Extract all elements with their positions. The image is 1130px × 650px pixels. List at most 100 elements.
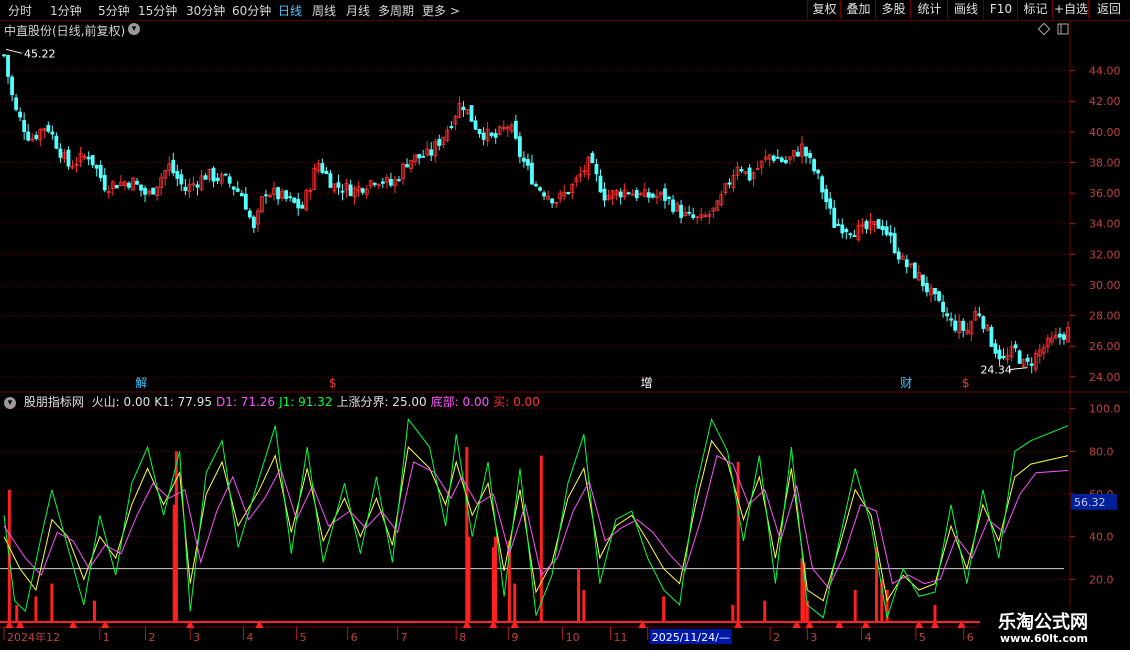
candle-body [981,316,986,329]
xaxis-label-0: 2024年12 [7,630,60,644]
candle-body [832,207,837,228]
candle-body [46,125,51,132]
candle-body [1062,334,1066,340]
candle-body [469,105,474,122]
xaxis-label-14: 3 [810,631,817,644]
candle-body [183,186,188,191]
candle-body [828,198,833,209]
candle-body [26,131,31,141]
candle-body [175,170,180,179]
xaxis-label-11: 11 [613,631,627,644]
candle-body [66,149,71,167]
candle-body [203,175,208,180]
event-marker-3: 财 [900,376,912,390]
candle-body [179,174,184,185]
candle-body [405,164,409,168]
series-d1 [3,454,1069,589]
candle-body [912,262,917,279]
buy-bar [50,583,54,622]
candle-body [989,326,994,347]
candle-body [54,135,59,149]
candle-body [634,190,639,199]
candle-body [336,182,341,188]
indicator-value-4: 上涨分界: 25.00 [336,395,427,409]
candle-body [143,187,147,195]
indicator-value-2: D1: 71.26 [215,395,276,409]
ind-ytick-label: 40.0 [1089,531,1114,544]
candle-body [977,313,982,316]
candle-body [94,164,99,169]
xaxis-label-5: 5 [300,631,307,644]
candle-body [566,192,571,195]
candle-body [1058,333,1062,338]
candle-body [522,157,526,162]
candle-body [284,190,289,199]
candle-body [808,152,812,158]
candle-body [288,196,293,199]
candle-body [904,259,909,268]
candle-body [90,155,95,166]
candle-body [727,182,732,185]
candle-body [380,181,385,184]
indicator-value-0: 火山: 0.00 [91,395,151,409]
candle-body [231,186,236,190]
indicator-name: 股朋指标网 [23,395,84,409]
candle-body [243,193,248,210]
candle-body [86,156,91,160]
candle-body [211,167,216,182]
main-ytick-label: 40.00 [1089,126,1121,139]
main-ytick-label: 34.00 [1089,218,1121,231]
main-ytick-label: 30.00 [1089,279,1121,292]
candle-body [437,138,442,146]
series-j1 [3,417,1069,619]
candle-body [417,154,422,159]
event-marker-2: 增 [641,376,653,390]
buy-bar [731,604,735,622]
buy-bar [494,536,498,622]
diamond-icon [1037,22,1051,36]
candle-body [602,188,607,201]
candle-body [421,155,426,158]
candle-body [127,182,131,188]
candle-body [493,133,498,138]
candle-body [892,233,897,253]
main-ytick-label: 24.00 [1089,371,1121,384]
candle-body [481,132,486,140]
chevron-down-icon[interactable]: ▾ [4,396,16,409]
candle-body [747,167,752,181]
candle-body [667,196,671,200]
candle-body [171,159,176,174]
buy-bar [662,596,666,622]
low-label: 24.34 [980,364,1012,377]
candle-body [626,192,631,195]
candle-body [151,187,156,195]
ind-ytick-label: 20.0 [1089,573,1114,586]
indicator-header: ▾ 股朋指标网 火山: 0.00 K1: 77.95 D1: 71.26 J1: 91… [4,393,544,410]
candle-body [14,97,18,110]
candle-body [933,287,937,295]
candle-body [526,159,530,166]
candle-body [650,193,655,198]
main-ytick-label: 42.00 [1089,95,1121,108]
buy-bar [15,604,19,622]
indicator-value-1: K1: 77.95 [154,395,212,409]
candle-body [324,170,329,174]
event-marker-4: $ [962,376,970,390]
candle-body [949,318,954,321]
candle-body [34,134,39,140]
candle-body [880,225,885,231]
candle-body [247,210,252,218]
candle-body [953,320,958,331]
candle-body [739,168,744,172]
candle-body [372,182,377,185]
candle-body [836,223,841,226]
candle-body [461,106,466,111]
candle-body [937,291,941,301]
event-marker-0: 解 [135,376,147,390]
indicator-value-6: 买: 0.00 [493,395,540,409]
main-ytick-label: 28.00 [1089,310,1121,323]
candle-body [449,126,454,128]
xaxis-label-1: 1 [103,631,110,644]
watermark-title: 乐淘公式网 [998,612,1088,633]
candle-body [328,173,333,188]
